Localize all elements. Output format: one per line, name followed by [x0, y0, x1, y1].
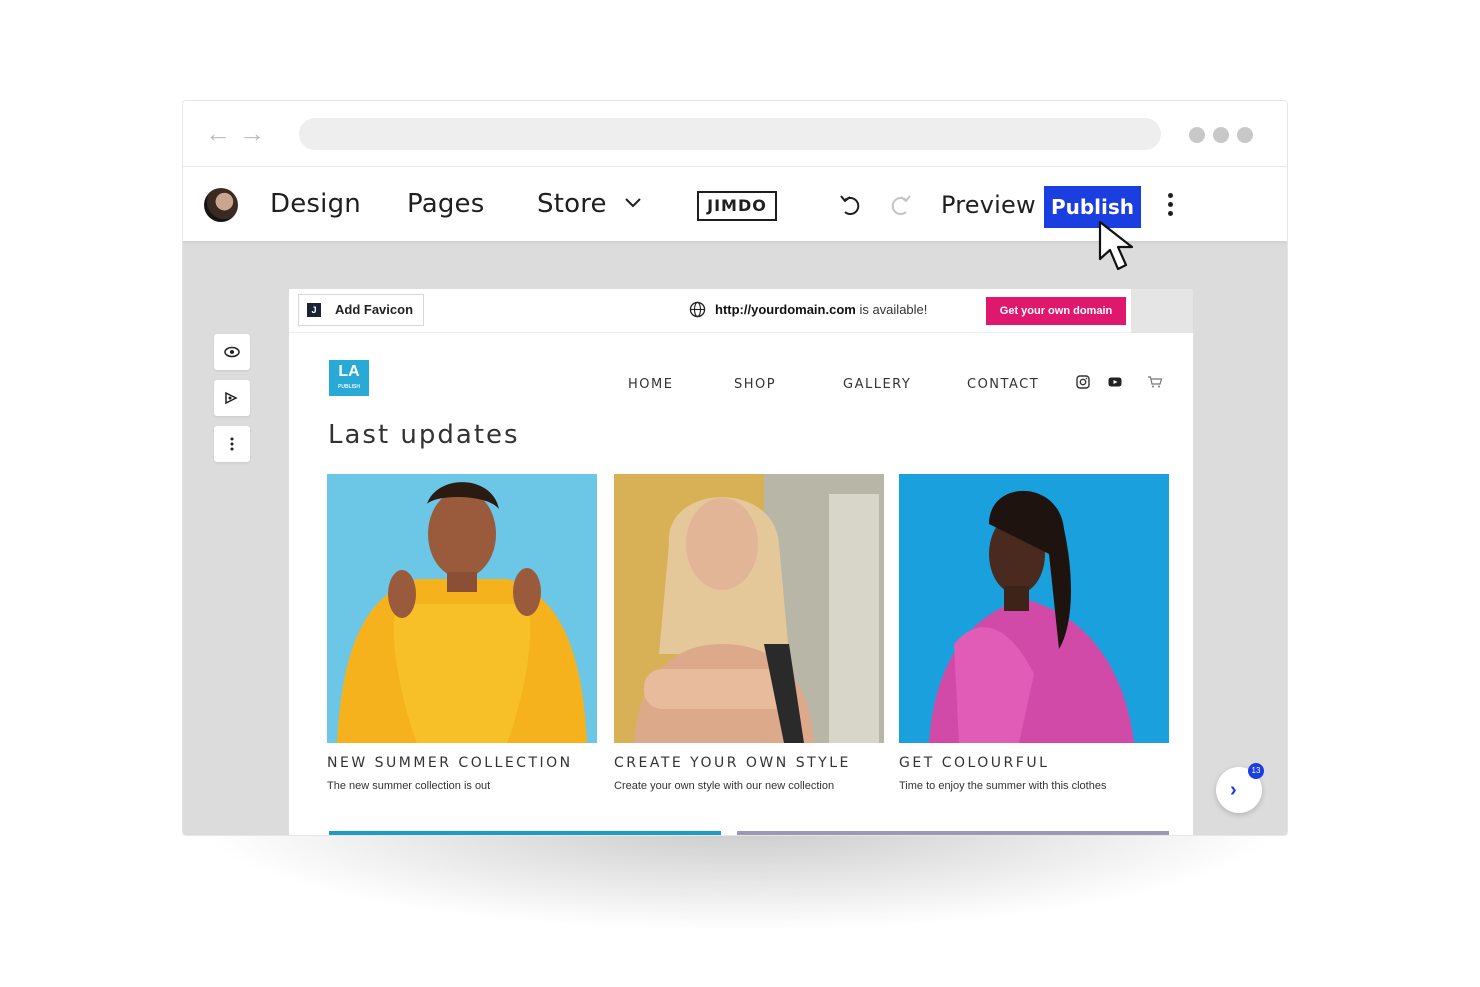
card-title: CREATE YOUR OWN STYLE	[614, 755, 851, 771]
chevron-down-icon[interactable]	[623, 193, 643, 213]
dot-icon	[1189, 127, 1205, 143]
nav-home[interactable]: HOME	[628, 377, 673, 392]
youtube-icon[interactable]	[1107, 374, 1123, 390]
card-image[interactable]	[899, 474, 1169, 743]
dot-icon	[1213, 127, 1229, 143]
instagram-icon[interactable]	[1075, 374, 1091, 390]
card-title: GET COLOURFUL	[899, 755, 1050, 771]
globe-icon	[689, 301, 706, 318]
domain-url[interactable]: http://yourdomain.com	[715, 302, 856, 317]
pages-menu[interactable]: Pages	[407, 189, 485, 219]
add-favicon-button[interactable]: J Add Favicon	[298, 294, 425, 326]
side-tools	[214, 334, 250, 472]
undo-icon[interactable]	[837, 191, 865, 219]
site-logo-sub: PUBLISH	[338, 384, 360, 390]
card-image[interactable]	[327, 474, 597, 743]
section-bar	[329, 831, 721, 835]
window-controls[interactable]	[1189, 127, 1253, 143]
add-favicon-label: Add Favicon	[335, 302, 414, 317]
redo-icon[interactable]	[886, 191, 914, 219]
get-domain-button[interactable]: Get your own domain	[986, 297, 1126, 325]
preview-button[interactable]: Preview	[941, 191, 1036, 219]
jimdo-logo: JIMDO	[697, 191, 777, 221]
card-title: NEW SUMMER COLLECTION	[327, 755, 573, 771]
back-arrow-icon[interactable]: ←	[205, 119, 231, 147]
card[interactable]: NEW SUMMER COLLECTION The new summer col…	[327, 474, 597, 792]
nav-gallery[interactable]: GALLERY	[843, 377, 911, 392]
dot-icon	[1237, 127, 1253, 143]
browser-window: ← → Design Pages Store JIMDO Preview Pub…	[182, 100, 1288, 836]
chevron-right-icon: ›	[1230, 779, 1237, 801]
site-top-bar: J Add Favicon http://yourdomain.com is a…	[289, 289, 1193, 333]
mouse-cursor-icon	[1098, 220, 1134, 271]
avatar[interactable]	[204, 188, 238, 222]
bar-strip	[1131, 289, 1193, 333]
site-logo[interactable]: LA PUBLISH	[329, 360, 369, 396]
cart-icon[interactable]	[1147, 374, 1163, 390]
notification-badge: 13	[1248, 763, 1264, 779]
site-page: J Add Favicon http://yourdomain.com is a…	[289, 289, 1193, 835]
card-image[interactable]	[614, 474, 884, 743]
browser-chrome: ← →	[183, 101, 1287, 167]
editor-workspace: J Add Favicon http://yourdomain.com is a…	[183, 241, 1287, 835]
card-description: The new summer collection is out	[327, 780, 491, 792]
page-heading: Last updates	[328, 420, 520, 450]
nav-contact[interactable]: CONTACT	[967, 377, 1039, 392]
card-description: Create your own style with our new colle…	[614, 780, 835, 792]
section-bar	[737, 831, 1169, 835]
more-options-icon[interactable]	[1165, 193, 1175, 221]
forward-arrow-icon[interactable]: →	[239, 119, 265, 147]
nav-shop[interactable]: SHOP	[734, 377, 776, 392]
card[interactable]: GET COLOURFUL Time to enjoy the summer w…	[899, 474, 1169, 792]
paint-icon[interactable]	[214, 380, 250, 416]
design-menu[interactable]: Design	[270, 189, 361, 219]
store-menu[interactable]: Store	[537, 189, 607, 219]
more-vertical-icon[interactable]	[214, 426, 250, 462]
navigator-button[interactable]: › 13	[1216, 763, 1264, 813]
favicon-icon: J	[307, 303, 321, 317]
site-logo-main: LA	[338, 363, 360, 380]
eye-icon[interactable]	[214, 334, 250, 370]
domain-suffix: is available!	[855, 302, 928, 317]
card-description: Time to enjoy the summer with this cloth…	[899, 780, 1107, 792]
card[interactable]: CREATE YOUR OWN STYLE Create your own st…	[614, 474, 884, 792]
address-bar[interactable]	[299, 118, 1161, 150]
domain-message: http://yourdomain.com is available!	[689, 301, 928, 318]
